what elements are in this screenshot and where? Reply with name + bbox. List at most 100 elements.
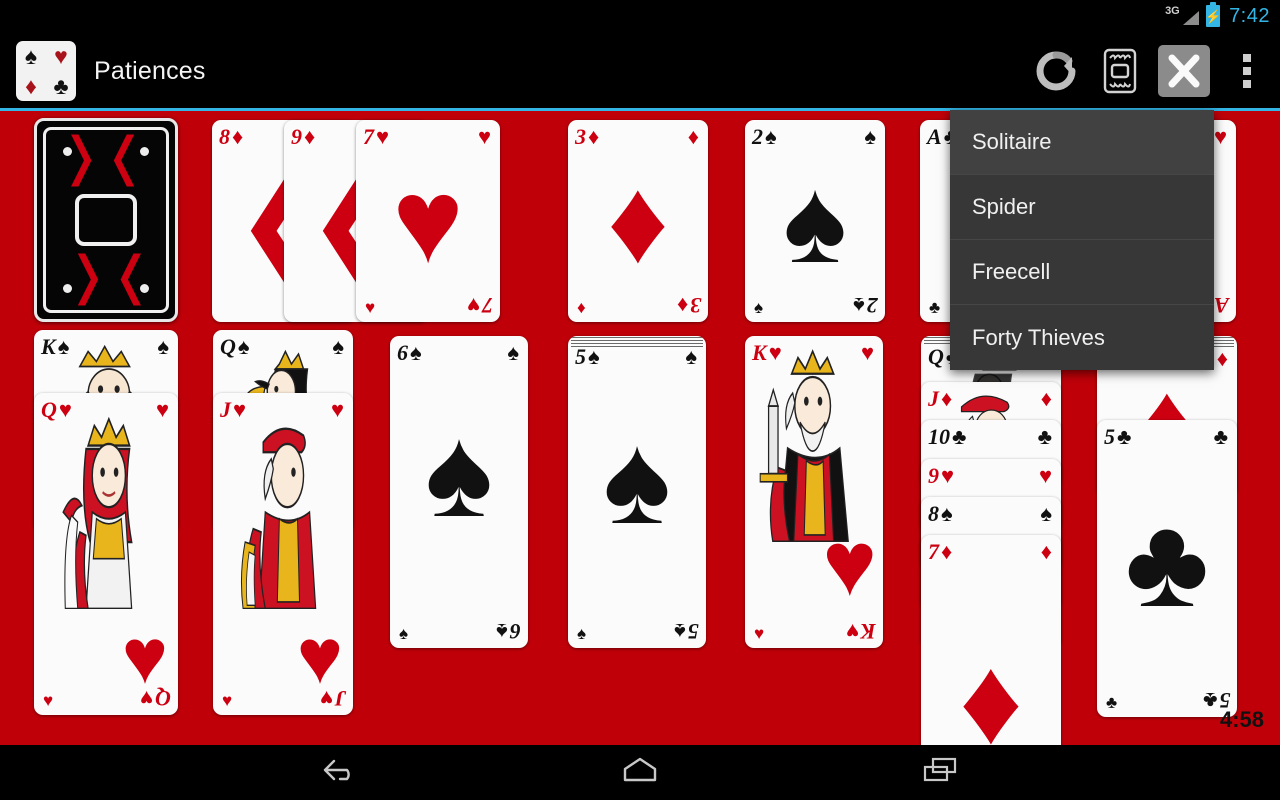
card-2-of-spades[interactable]: 2♠ 2♠ ♠ 2♠ 2♠ (745, 120, 885, 322)
menu-item-solitaire[interactable]: Solitaire (950, 110, 1214, 175)
card-corner-bottom-left: 5♠ (577, 624, 587, 643)
club-glyph: ♣ (53, 72, 69, 99)
menu-item-label: Spider (972, 194, 1036, 219)
card-back-ball-bl (63, 284, 72, 293)
card-corner-top-left: Q ♥ (41, 397, 72, 422)
menu-item-label: Solitaire (972, 129, 1052, 154)
card-corner-top-left: 6 ♠ (397, 340, 422, 365)
card-corner-top-right: 7♥ (477, 124, 491, 149)
card-corner-top-left: Q ♠ (220, 334, 250, 359)
card-6-of-spades[interactable]: 6♠ 6♠ ♠ 6♠ 6♠ (390, 336, 528, 648)
card-corner-top-right: 2♠ (864, 124, 876, 149)
nav-back-button[interactable] (240, 745, 440, 800)
menu-item-freecell[interactable]: Freecell (950, 240, 1214, 305)
recents-icon (921, 756, 959, 789)
menu-item-label: Forty Thieves (972, 324, 1105, 350)
game-timer: 4:58 (1219, 707, 1264, 732)
deal-card-button[interactable] (1088, 39, 1152, 103)
card-icon (1094, 45, 1146, 97)
card-corner-top-right: 3♦ (687, 124, 699, 149)
card-queen-of-hearts[interactable]: Q♥ Q♥ ♥ Q♥ Q♥ (34, 393, 178, 715)
card-corner-bottom-right: Q ♥ (140, 686, 171, 711)
network-type-label: 3G (1165, 5, 1180, 17)
signal-bars-icon: 3G (1165, 5, 1200, 27)
card-corner-bottom-left: 6♠ (399, 624, 409, 643)
playing-cards-suits-icon: ♠ ♥ ♦ ♣ (16, 41, 76, 101)
card-corner-bottom-right: 2 ♠ (853, 293, 878, 318)
overflow-menu-button[interactable] (1216, 39, 1280, 103)
card-corner-top-right: 5♣ (1213, 424, 1228, 449)
card-center-pip: ♥ (121, 612, 168, 700)
card-center-pip: ♥ (296, 612, 343, 700)
card-corner-bottom-left: J♥ (222, 691, 233, 710)
spade-glyph: ♠ (24, 42, 38, 69)
refresh-circle-icon (1030, 45, 1082, 97)
card-corner-bottom-left: K♥ (754, 624, 765, 643)
card-corner-top-right: 7♦ (1040, 539, 1052, 564)
card-corner-bottom-left: 3♦ (577, 298, 586, 317)
card-jack-of-hearts[interactable]: J♥ J♥ ♥ J♥ J♥ (213, 393, 353, 715)
card-corner-top-left: 8 ♦ (219, 124, 244, 149)
app-title: Patiences (94, 56, 206, 85)
card-corner-top-left: 9 ♦ (291, 124, 316, 149)
card-corner-bottom-right: 6 ♠ (496, 619, 521, 644)
card-corner-bottom-left: 2♠ (754, 298, 764, 317)
card-5-of-spades[interactable]: 5♠ 5♠ ♠ 5♠ 5♠ (568, 336, 706, 648)
card-7-of-hearts[interactable]: 7♥ 7♥ ♥ 7♥ 7♥ (356, 120, 500, 322)
card-corner-top-left: J ♦ (928, 386, 953, 411)
card-corner-bottom-right: 3 ♦ (676, 293, 701, 318)
card-corner-top-right: A♥ (1213, 124, 1227, 149)
android-navigation-bar (0, 745, 1280, 800)
card-corner-top-right: 6♠ (507, 340, 519, 365)
card-corner-top-right: J♦ (1040, 386, 1052, 411)
card-corner-top-right: K♥ (860, 340, 874, 365)
card-back-jester-top: ❭❬ (59, 128, 147, 186)
card-back-center-square (75, 194, 137, 246)
menu-item-spider[interactable]: Spider (950, 175, 1214, 240)
card-corner-bottom-right: J ♥ (319, 686, 346, 711)
nav-home-button[interactable] (540, 745, 740, 800)
card-corner-top-right: 5♠ (685, 344, 697, 369)
card-corner-top-left: 8 ♠ (928, 501, 953, 526)
card-back-ball-br (140, 284, 149, 293)
card-corner-top-right: 8♠ (1040, 501, 1052, 526)
more-vertical-icon (1222, 45, 1274, 97)
action-bar: ♠ ♥ ♦ ♣ Patiences (0, 32, 1280, 110)
card-corner-top-left: 2 ♠ (752, 124, 777, 149)
card-center-pip: ♠ (425, 401, 493, 545)
card-center-pip: ♥ (392, 154, 464, 288)
card-center-pip: ♦ (607, 154, 669, 288)
card-back-ball-tl (63, 147, 72, 156)
battery-bolt-glyph: ⚡ (1204, 8, 1222, 24)
restart-button[interactable] (1024, 39, 1088, 103)
card-center-pip: ♠ (603, 407, 671, 551)
home-icon (621, 756, 659, 789)
stock-card-back[interactable]: ❭❬ ❭❬ (34, 118, 178, 322)
card-corner-top-left: K ♠ (41, 334, 70, 359)
menu-item-forty-thieves[interactable]: Forty Thieves (950, 305, 1214, 370)
card-back-ball-tr (140, 147, 149, 156)
card-corner-top-left: 10 ♣ (928, 424, 967, 449)
nav-recents-button[interactable] (840, 745, 1040, 800)
card-corner-top-left: K ♥ (752, 340, 782, 365)
card-3-of-diamonds[interactable]: 3♦ 3♦ ♦ 3♦ 3♦ (568, 120, 708, 322)
card-corner-top-left: 5 ♣ (1104, 424, 1132, 449)
status-clock: 7:42 (1229, 4, 1270, 27)
heart-glyph: ♥ (54, 42, 68, 69)
battery-charging-icon: ⚡ (1204, 2, 1222, 27)
card-back-jester-bottom: ❭❬ (65, 254, 153, 312)
card-center-pip: ♣ (1125, 490, 1209, 634)
card-corner-top-right: Q♠ (332, 334, 344, 359)
card-corner-top-left: J ♥ (220, 397, 247, 422)
x-cross-icon (1158, 45, 1210, 97)
card-5-of-clubs[interactable]: 5♣ 5♣ ♣ 5♣ 5♣ (1097, 420, 1237, 717)
close-game-button[interactable] (1152, 39, 1216, 103)
card-corner-top-left: 9 ♥ (928, 463, 955, 488)
card-corner-top-right: 10♣ (1037, 424, 1052, 449)
game-selection-dropdown[interactable]: Solitaire Spider Freecell Forty Thieves (950, 110, 1214, 370)
card-center-pip: ♥ (822, 513, 877, 615)
signal-triangle (1183, 11, 1200, 25)
card-corner-bottom-right: 7 ♥ (466, 293, 493, 318)
card-king-of-hearts[interactable]: K♥ K♥ ♥ K♥ K♥ (745, 336, 883, 648)
card-corner-top-right: 9♥ (1038, 463, 1052, 488)
